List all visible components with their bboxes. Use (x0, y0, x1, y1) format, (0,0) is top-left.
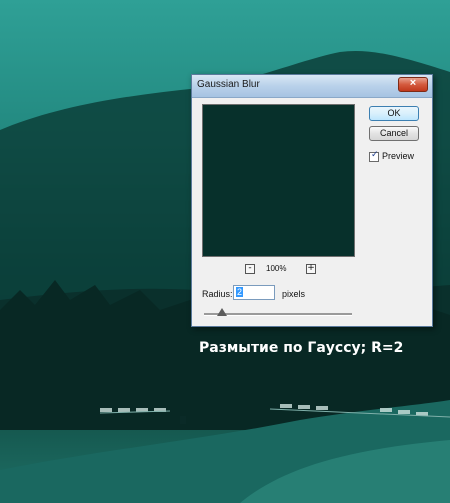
ok-button[interactable]: OK (369, 106, 419, 121)
preview-checkbox[interactable]: ✓ (369, 150, 379, 162)
cancel-button[interactable]: Cancel (369, 126, 419, 141)
zoom-level: 100% (266, 264, 287, 273)
zoom-out-button[interactable]: - (245, 264, 255, 274)
radius-unit-label: pixels (282, 289, 306, 299)
radius-input[interactable]: 2 (233, 285, 275, 300)
radius-value: 2 (236, 287, 244, 297)
dialog-title: Gaussian Blur (197, 79, 260, 90)
close-button[interactable]: × (398, 77, 428, 92)
checkmark-icon: ✓ (371, 150, 379, 160)
preview-checkbox-label: Preview (382, 151, 415, 161)
gaussian-blur-dialog: Gaussian Blur × OK Cancel ✓ Preview - 10… (191, 74, 433, 327)
caption-text: Размытие по Гауссу; R=2 (199, 340, 404, 356)
close-icon: × (409, 77, 417, 89)
zoom-in-button[interactable]: + (306, 264, 316, 274)
radius-label: Radius: (202, 289, 233, 299)
blur-preview-pane[interactable] (202, 104, 355, 257)
radius-slider-thumb[interactable] (217, 308, 227, 316)
dialog-titlebar[interactable]: Gaussian Blur × (192, 75, 432, 98)
